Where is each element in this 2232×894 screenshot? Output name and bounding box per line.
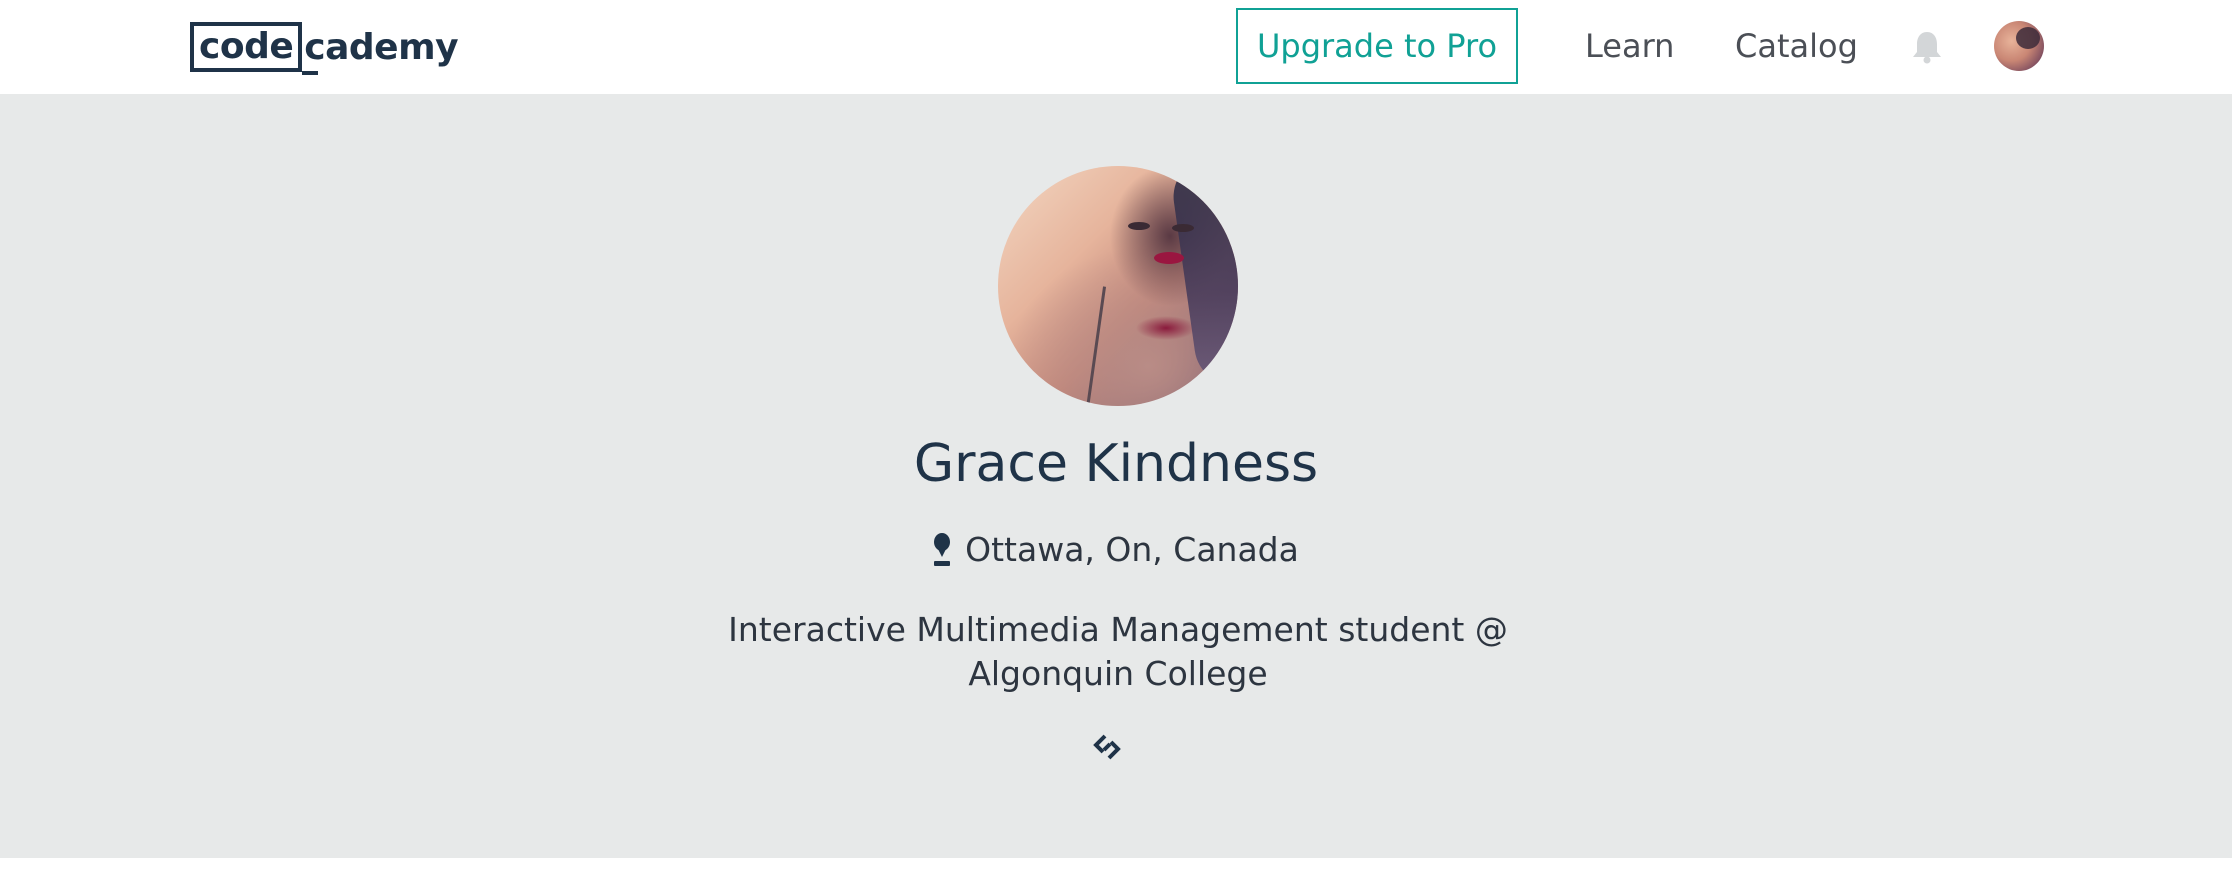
profile-bio: Interactive Multimedia Management studen…: [728, 610, 1508, 693]
map-pin-icon: [933, 532, 951, 567]
location-text: Ottawa, On, Canada: [965, 530, 1299, 569]
nav-catalog-link[interactable]: Catalog: [1735, 22, 1858, 70]
profile-photo: [998, 166, 1238, 406]
account-avatar[interactable]: [1994, 21, 2044, 71]
top-navbar: code cademy Upgrade to Pro Learn Catalog: [0, 0, 2232, 94]
logo-cursor: [302, 71, 319, 75]
link-icon[interactable]: [1090, 730, 1124, 764]
logo-wordmark: cademy: [304, 26, 459, 68]
upgrade-to-pro-button[interactable]: Upgrade to Pro: [1236, 8, 1518, 84]
profile-banner: Grace Kindness Ottawa, On, Canada Intera…: [0, 94, 2232, 858]
nav-learn-link[interactable]: Learn: [1585, 22, 1674, 70]
profile-name: Grace Kindness: [913, 434, 1319, 494]
logo-code-box: code: [190, 22, 303, 72]
codecademy-logo[interactable]: code cademy: [190, 21, 459, 75]
profile-location: Ottawa, On, Canada: [0, 530, 2232, 569]
bell-icon[interactable]: [1911, 30, 1943, 64]
